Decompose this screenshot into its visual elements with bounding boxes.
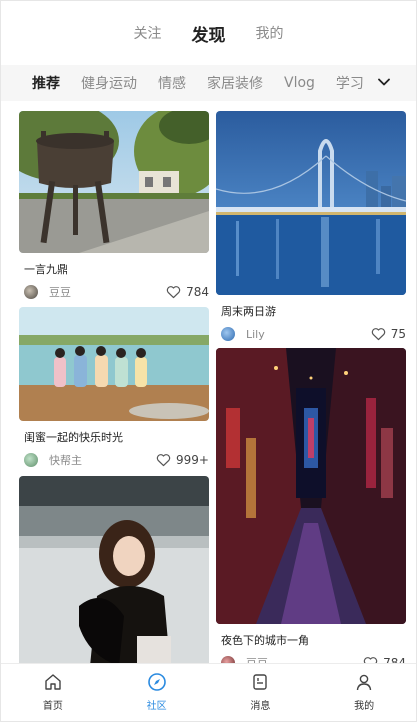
nav-profile[interactable]: 我的	[312, 664, 416, 721]
bronze-cauldron-park-photo	[19, 111, 209, 253]
neon-alley-photo	[216, 348, 406, 624]
nav-label: 我的	[354, 701, 375, 712]
category-emotion[interactable]: 情感	[158, 73, 186, 93]
friends-by-lake-photo	[19, 307, 209, 421]
nav-label: 社区	[146, 701, 167, 712]
chevron-down-icon[interactable]	[376, 74, 392, 90]
card-title: 夜色下的城市一角	[221, 634, 309, 647]
category-study[interactable]: 学习	[336, 73, 364, 93]
nav-label: 消息	[250, 701, 271, 712]
card-meta: 豆豆 784	[19, 284, 209, 300]
like-count-value: 784	[186, 285, 209, 299]
like-count[interactable]: 75	[371, 327, 406, 341]
nav-home[interactable]: 首页	[1, 664, 105, 721]
category-fitness[interactable]: 健身运动	[81, 73, 137, 93]
feed-card[interactable]: 周末两日游 Lily 75	[216, 111, 406, 342]
compass-icon[interactable]	[147, 672, 167, 692]
feed-card[interactable]: 闺蜜一起的快乐时光 快帮主 999+	[19, 307, 209, 468]
woman-portrait-photo	[19, 476, 209, 665]
app-screen: 关注 发现 我的 推荐 健身运动 情感 家居装修 Vlog 学习 一言九鼎 豆豆…	[0, 0, 417, 722]
author-name[interactable]: Lily	[246, 328, 265, 341]
top-tab-bar: 关注 发现 我的	[1, 1, 416, 65]
nav-messages[interactable]: 消息	[209, 664, 313, 721]
home-icon[interactable]	[43, 672, 63, 692]
tab-discover[interactable]: 发现	[192, 21, 226, 46]
heart-icon[interactable]	[371, 327, 386, 341]
user-icon[interactable]	[354, 672, 374, 692]
avatar[interactable]	[24, 453, 38, 467]
heart-icon[interactable]	[166, 285, 181, 299]
card-meta: 快帮主 999+	[19, 452, 209, 468]
avatar[interactable]	[221, 327, 235, 341]
feed-card[interactable]	[19, 476, 209, 665]
heart-icon[interactable]	[156, 453, 171, 467]
card-image	[216, 348, 406, 624]
like-count-value: 999+	[176, 453, 209, 467]
card-title: 一言九鼎	[24, 263, 68, 276]
nav-community[interactable]: 社区	[105, 664, 209, 721]
author-name[interactable]: 快帮主	[49, 452, 82, 468]
card-image	[19, 476, 209, 665]
city-bridge-night-photo	[216, 111, 406, 295]
category-recommend[interactable]: 推荐	[32, 73, 60, 93]
category-vlog[interactable]: Vlog	[284, 75, 315, 91]
card-meta: Lily 75	[216, 326, 406, 342]
like-count[interactable]: 999+	[156, 453, 209, 467]
card-title: 闺蜜一起的快乐时光	[24, 431, 123, 444]
avatar[interactable]	[24, 285, 38, 299]
tab-mine[interactable]: 我的	[256, 23, 284, 43]
category-home-decor[interactable]: 家居装修	[207, 73, 263, 93]
author-name[interactable]: 豆豆	[49, 284, 71, 300]
card-title: 周末两日游	[221, 305, 276, 318]
card-image	[216, 111, 406, 295]
bottom-nav: 首页 社区 消息 我的	[1, 663, 416, 721]
like-count[interactable]: 784	[166, 285, 209, 299]
category-bar: 推荐 健身运动 情感 家居装修 Vlog 学习	[1, 65, 416, 101]
feed: 一言九鼎 豆豆 784 周末两日游 Lily 75 闺蜜一起的快乐时光 快帮主 …	[1, 103, 416, 665]
feed-card[interactable]: 一言九鼎 豆豆 784	[19, 111, 209, 300]
like-count-value: 75	[390, 327, 406, 341]
card-image	[19, 307, 209, 421]
nav-label: 首页	[42, 701, 63, 712]
message-icon[interactable]	[250, 672, 270, 692]
card-image	[19, 111, 209, 253]
feed-card[interactable]: 夜色下的城市一角 豆豆 784	[216, 348, 406, 665]
tab-follow[interactable]: 关注	[134, 23, 162, 43]
